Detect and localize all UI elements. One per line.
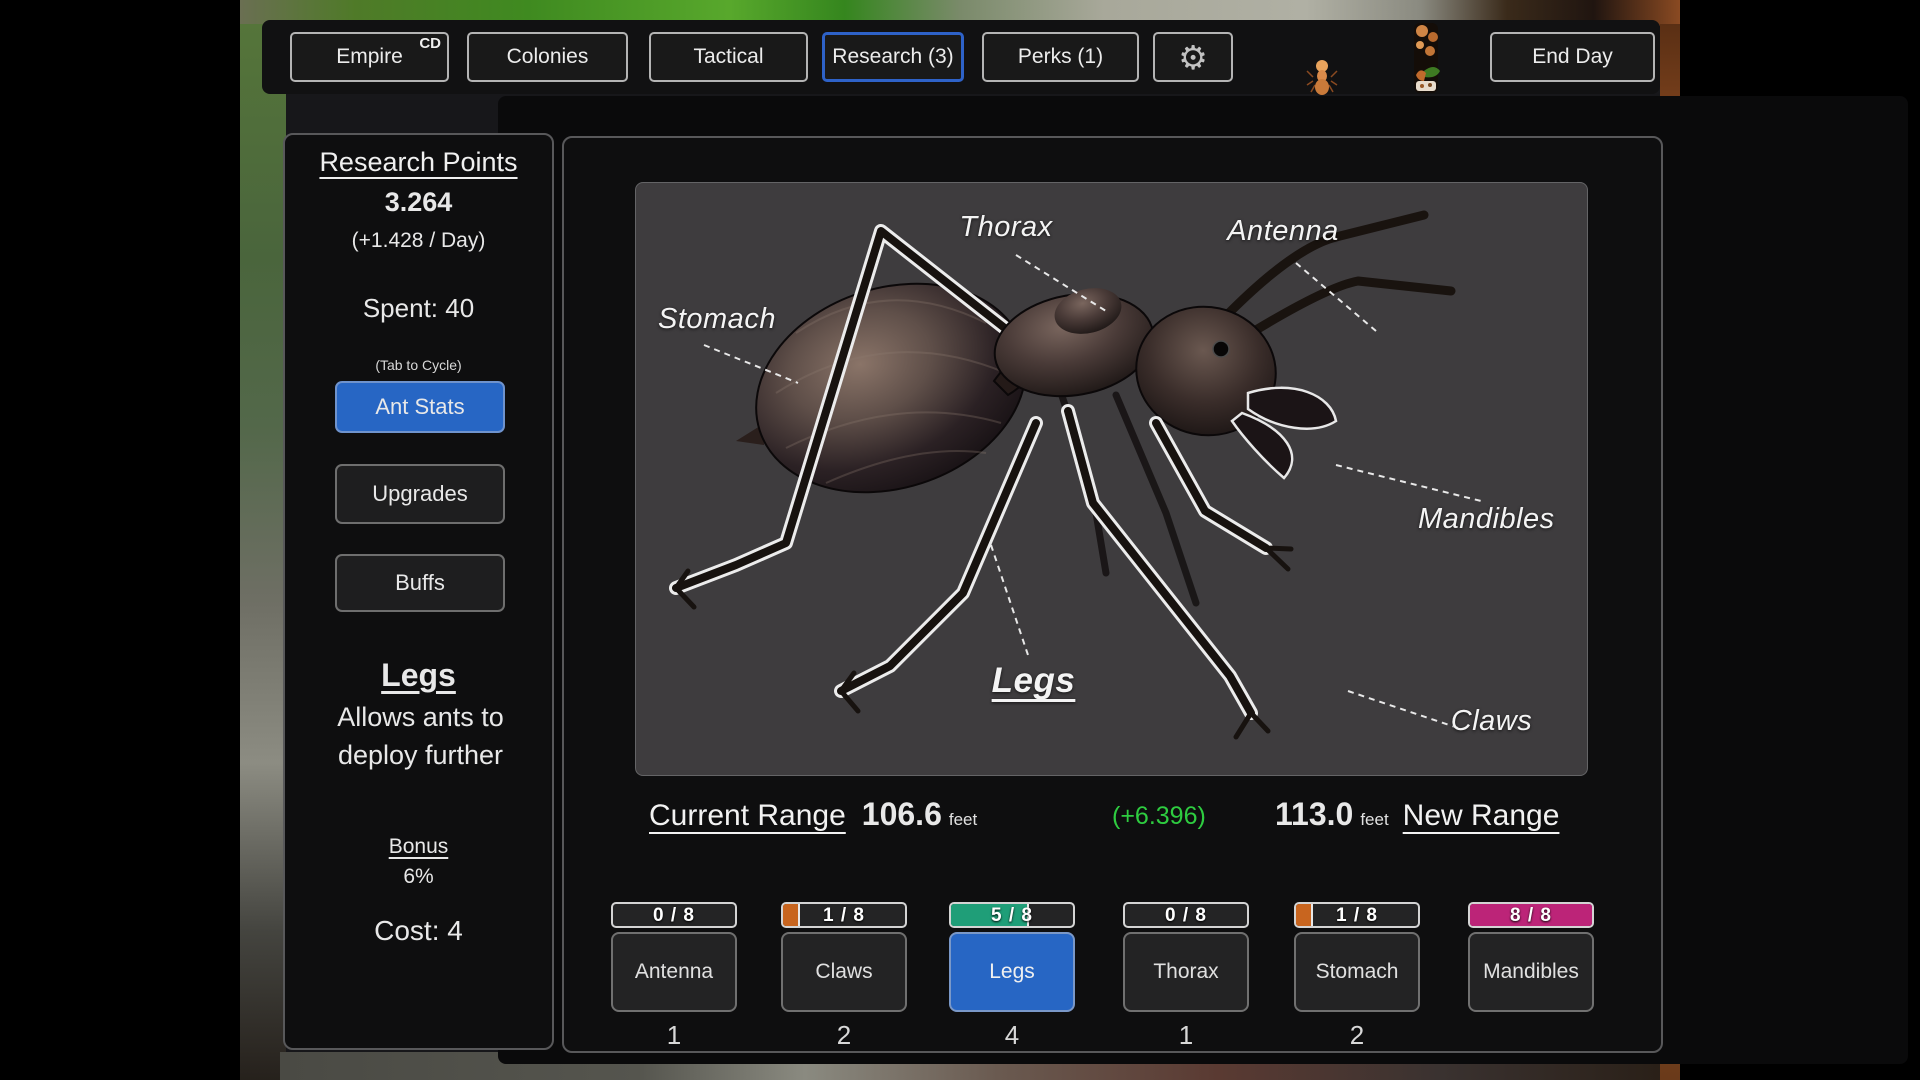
tab-perks[interactable]: Perks (1) [982, 32, 1139, 82]
diagram-label-claws: Claws [1424, 705, 1559, 738]
thorax-cost: 1 [1123, 1020, 1249, 1051]
tab-research-label: Research (3) [832, 45, 953, 69]
legs-button-label: Legs [989, 960, 1035, 984]
ant-sprite-icon [1305, 57, 1339, 100]
empire-cooldown-badge: CD [419, 35, 441, 52]
legs-progress-bar: 5 / 8 [949, 902, 1075, 928]
selected-part-name: Legs [285, 657, 552, 694]
gear-icon: ⚙ [1178, 41, 1208, 74]
part-button-thorax[interactable]: Thorax [1123, 932, 1249, 1012]
thorax-button-label: Thorax [1153, 960, 1218, 984]
mandibles-progress-text: 8 / 8 [1470, 904, 1592, 927]
research-points-title: Research Points [285, 147, 552, 178]
tab-tactical-label: Tactical [693, 45, 763, 69]
diagram-label-stomach: Stomach [658, 303, 808, 336]
tab-empire[interactable]: Empire CD [290, 32, 449, 82]
research-points-per-day: (+1.428 / Day) [285, 229, 552, 253]
mandibles-leader-line [1336, 465, 1481, 501]
sidebar-tab-ant-stats[interactable]: Ant Stats [335, 381, 505, 433]
research-points-spent: Spent: 40 [285, 293, 552, 324]
new-range-unit: feet [1360, 810, 1388, 830]
new-range-label: New Range [1403, 799, 1560, 833]
settings-button[interactable]: ⚙ [1153, 32, 1233, 82]
cost-label: Cost: 4 [285, 915, 552, 947]
tab-cycle-hint: (Tab to Cycle) [285, 357, 552, 373]
tab-colonies[interactable]: Colonies [467, 32, 628, 82]
mandibles-progress-bar: 8 / 8 [1468, 902, 1594, 928]
legs-progress-text: 5 / 8 [951, 904, 1073, 927]
stomach-cost: 2 [1294, 1020, 1420, 1051]
tab-perks-label: Perks (1) [1018, 45, 1103, 69]
part-button-legs[interactable]: Legs [949, 932, 1075, 1012]
diagram-label-antenna: Antenna [1208, 215, 1358, 248]
part-column-stomach: 1 / 8 Stomach 2 [1294, 902, 1420, 1051]
world-left-strip [240, 24, 286, 1080]
ant-illustration [636, 183, 1587, 775]
claws-button-label: Claws [815, 960, 872, 984]
stomach-progress-bar: 1 / 8 [1294, 902, 1420, 928]
diagram-label-legs: Legs [966, 661, 1101, 701]
game-screen: Empire CD Colonies Tactical Research (3)… [0, 0, 1920, 1080]
current-range-value: 106.6 [862, 796, 942, 833]
top-bar: Empire CD Colonies Tactical Research (3)… [262, 20, 1660, 94]
antenna-progress-bar: 0 / 8 [611, 902, 737, 928]
new-range-group: 113.0 feet New Range [1275, 796, 1559, 833]
thorax-progress-text: 0 / 8 [1125, 904, 1247, 927]
part-button-stomach[interactable]: Stomach [1294, 932, 1420, 1012]
antenna-cost: 1 [611, 1020, 737, 1051]
current-range-group: Current Range 106.6 feet [649, 796, 977, 833]
claws-progress-bar: 1 / 8 [781, 902, 907, 928]
stomach-button-label: Stomach [1316, 960, 1399, 984]
research-main-panel: Thorax Antenna Stomach Mandibles Legs Cl… [562, 136, 1663, 1053]
part-button-claws[interactable]: Claws [781, 932, 907, 1012]
part-button-mandibles[interactable]: Mandibles [1468, 932, 1594, 1012]
part-column-claws: 1 / 8 Claws 2 [781, 902, 907, 1051]
sidebar-tab-buffs[interactable]: Buffs [335, 554, 505, 612]
antenna-button-label: Antenna [635, 960, 713, 984]
tab-empire-label: Empire [336, 45, 403, 69]
bonus-label: Bonus [285, 835, 552, 859]
bonus-value: 6% [285, 865, 552, 889]
part-column-thorax: 0 / 8 Thorax 1 [1123, 902, 1249, 1051]
nest-sprite-icon [1410, 23, 1442, 98]
research-sidebar: Research Points 3.264 (+1.428 / Day) Spe… [283, 133, 554, 1050]
mandibles-button-label: Mandibles [1483, 960, 1579, 984]
ant-anatomy-diagram: Thorax Antenna Stomach Mandibles Legs Cl… [635, 182, 1588, 776]
part-column-legs: 5 / 8 Legs 4 [949, 902, 1075, 1051]
tab-colonies-label: Colonies [507, 45, 589, 69]
diagram-label-mandibles: Mandibles [1418, 503, 1583, 536]
research-points-value: 3.264 [285, 187, 552, 218]
new-range-value: 113.0 [1275, 796, 1353, 833]
thorax-progress-bar: 0 / 8 [1123, 902, 1249, 928]
tab-tactical[interactable]: Tactical [649, 32, 808, 82]
tab-research[interactable]: Research (3) [822, 32, 964, 82]
legs-cost: 4 [949, 1020, 1075, 1051]
current-range-label: Current Range [649, 799, 846, 833]
end-day-button[interactable]: End Day [1490, 32, 1655, 82]
part-column-antenna: 0 / 8 Antenna 1 [611, 902, 737, 1051]
antenna-progress-text: 0 / 8 [613, 904, 735, 927]
ant-stats-label: Ant Stats [375, 394, 464, 420]
sidebar-tab-upgrades[interactable]: Upgrades [335, 464, 505, 524]
stomach-progress-text: 1 / 8 [1296, 904, 1418, 927]
legs-leader-line [991, 545, 1028, 655]
part-button-antenna[interactable]: Antenna [611, 932, 737, 1012]
diagram-label-thorax: Thorax [936, 211, 1076, 244]
selected-part-description: Allows ants to deploy further [303, 698, 538, 774]
upgrades-label: Upgrades [372, 481, 467, 507]
range-summary-row: Current Range 106.6 feet (+6.396) 113.0 … [564, 790, 1665, 846]
part-column-mandibles: 8 / 8 Mandibles [1468, 902, 1594, 1020]
current-range-unit: feet [949, 810, 977, 830]
range-delta: (+6.396) [1112, 802, 1206, 831]
buffs-label: Buffs [395, 570, 445, 596]
end-day-label: End Day [1532, 45, 1613, 69]
claws-progress-text: 1 / 8 [783, 904, 905, 927]
claws-cost: 2 [781, 1020, 907, 1051]
